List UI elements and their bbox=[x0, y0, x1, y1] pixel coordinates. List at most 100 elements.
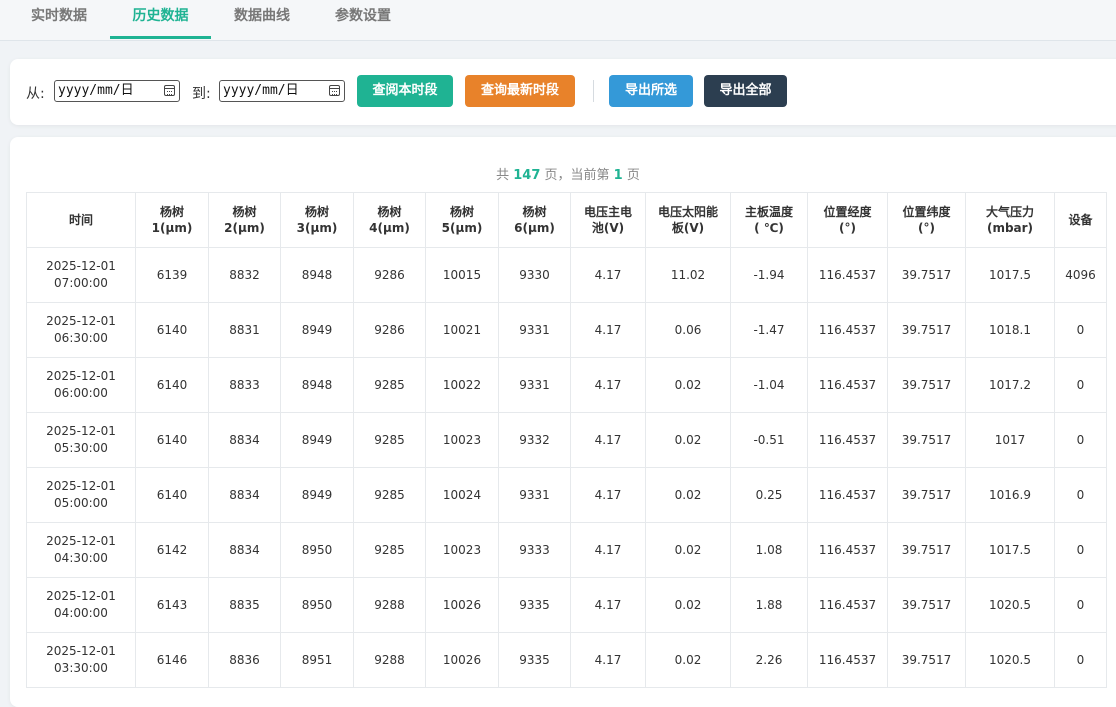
tab-parameter-settings[interactable]: 参数设置 bbox=[322, 0, 404, 38]
table-cell: 8834 bbox=[208, 522, 281, 578]
column-header: 电压主电 池(V) bbox=[570, 192, 646, 248]
row-time: 06:00:00 bbox=[54, 386, 108, 400]
table-cell: 0 bbox=[1054, 632, 1107, 688]
table-cell: 6140 bbox=[135, 467, 209, 523]
table-row[interactable]: 2025-12-01 04:30:00 6142 8834 8950 9285 10023 9… bbox=[26, 522, 1107, 578]
table-row[interactable]: 2025-12-01 07:00:00 6139 8832 8948 9286 10015 9… bbox=[26, 247, 1107, 303]
export-selected-button[interactable]: 导出所选 bbox=[609, 75, 693, 107]
table-cell: 1017.5 bbox=[965, 247, 1055, 303]
column-header-line1: 设备 bbox=[1068, 213, 1093, 227]
table-cell: 9330 bbox=[498, 247, 571, 303]
row-date: 2025-12-01 bbox=[46, 589, 116, 603]
table-row[interactable]: 2025-12-01 06:00:00 6140 8833 8948 9285 10022 9… bbox=[26, 357, 1107, 413]
table-cell: 1016.9 bbox=[965, 467, 1055, 523]
time-cell: 2025-12-01 05:00:00 bbox=[26, 467, 136, 523]
table-cell: 4.17 bbox=[570, 302, 646, 358]
column-header: 杨树 6(μm) bbox=[498, 192, 571, 248]
page-info-prefix: 共 bbox=[496, 168, 514, 183]
table-cell: 4.17 bbox=[570, 357, 646, 413]
table-row[interactable]: 2025-12-01 03:30:00 6146 8836 8951 9288 10026 9… bbox=[26, 632, 1107, 688]
tab-data-curve[interactable]: 数据曲线 bbox=[221, 0, 303, 38]
row-date: 2025-12-01 bbox=[46, 644, 116, 658]
table-cell: 116.4537 bbox=[807, 302, 888, 358]
row-date: 2025-12-01 bbox=[46, 534, 116, 548]
table-cell: 116.4537 bbox=[807, 412, 888, 468]
table-cell: 6139 bbox=[135, 247, 209, 303]
table-cell: 1020.5 bbox=[965, 577, 1055, 633]
from-date-input[interactable]: yyyy/mm/日 bbox=[54, 80, 180, 102]
query-latest-button[interactable]: 查询最新时段 bbox=[465, 75, 575, 107]
table-cell: 0.25 bbox=[730, 467, 808, 523]
table-cell: 0.06 bbox=[645, 302, 731, 358]
column-header-line2: 6(μm) bbox=[514, 221, 555, 235]
table-row[interactable]: 2025-12-01 05:00:00 6140 8834 8949 9285 10024 9… bbox=[26, 467, 1107, 523]
table-cell: 1018.1 bbox=[965, 302, 1055, 358]
column-header-line1: 杨树 bbox=[377, 205, 402, 219]
table-cell: 6140 bbox=[135, 357, 209, 413]
table-cell: 8950 bbox=[280, 577, 354, 633]
time-cell: 2025-12-01 03:30:00 bbox=[26, 632, 136, 688]
table-cell: 6142 bbox=[135, 522, 209, 578]
table-cell: 116.4537 bbox=[807, 247, 888, 303]
table-cell: 10026 bbox=[425, 577, 499, 633]
tab-history-data[interactable]: 历史数据 bbox=[110, 0, 211, 39]
table-cell: 9288 bbox=[353, 577, 426, 633]
query-toolbar: 从: yyyy/mm/日 到: yyyy/mm/日 查阅本时段 查询最新时段 导… bbox=[10, 59, 1116, 125]
table-cell: 39.7517 bbox=[887, 632, 966, 688]
row-date: 2025-12-01 bbox=[46, 369, 116, 383]
to-date-input[interactable]: yyyy/mm/日 bbox=[219, 80, 345, 102]
table-row[interactable]: 2025-12-01 04:00:00 6143 8835 8950 9288 10026 9… bbox=[26, 577, 1107, 633]
table-cell: 116.4537 bbox=[807, 357, 888, 413]
row-time: 05:30:00 bbox=[54, 441, 108, 455]
table-cell: 1.88 bbox=[730, 577, 808, 633]
export-all-button[interactable]: 导出全部 bbox=[704, 75, 787, 107]
table-cell: 9332 bbox=[498, 412, 571, 468]
column-header-line2: 板(V) bbox=[671, 221, 705, 235]
table-row[interactable]: 2025-12-01 05:30:00 6140 8834 8949 9285 10023 9… bbox=[26, 412, 1107, 468]
row-time: 05:00:00 bbox=[54, 496, 108, 510]
table-cell: 0.02 bbox=[645, 357, 731, 413]
table-cell: 9331 bbox=[498, 467, 571, 523]
column-header: 位置经度 (°) bbox=[807, 192, 888, 248]
table-cell: 4.17 bbox=[570, 412, 646, 468]
row-time: 06:30:00 bbox=[54, 331, 108, 345]
column-header-line1: 大气压力 bbox=[985, 205, 1034, 219]
table-cell: 9288 bbox=[353, 632, 426, 688]
table-cell: 9335 bbox=[498, 577, 571, 633]
time-cell: 2025-12-01 05:30:00 bbox=[26, 412, 136, 468]
table-cell: -1.04 bbox=[730, 357, 808, 413]
table-cell: 9331 bbox=[498, 357, 571, 413]
time-cell: 2025-12-01 04:30:00 bbox=[26, 522, 136, 578]
column-header: 杨树 1(μm) bbox=[135, 192, 209, 248]
column-header-line2: 5(μm) bbox=[441, 221, 483, 235]
column-header: 电压太阳能 板(V) bbox=[645, 192, 731, 248]
query-period-button[interactable]: 查阅本时段 bbox=[357, 75, 453, 107]
table-cell: -1.94 bbox=[730, 247, 808, 303]
column-header: 主板温度 ( ℃) bbox=[730, 192, 808, 248]
column-header-line1: 杨树 bbox=[522, 205, 547, 219]
table-cell: 39.7517 bbox=[887, 467, 966, 523]
column-header: 杨树 5(μm) bbox=[425, 192, 499, 248]
calendar-icon[interactable] bbox=[329, 85, 340, 96]
table-cell: 9335 bbox=[498, 632, 571, 688]
table-cell: 8949 bbox=[280, 302, 354, 358]
page-info-middle: 页，当前第 bbox=[540, 168, 614, 183]
table-cell: 10026 bbox=[425, 632, 499, 688]
table-cell: 8836 bbox=[208, 632, 281, 688]
table-cell: 1.08 bbox=[730, 522, 808, 578]
column-header: 时间 bbox=[26, 192, 136, 248]
table-cell: 0 bbox=[1054, 467, 1107, 523]
tab-realtime-data[interactable]: 实时数据 bbox=[18, 0, 100, 38]
table-cell: 6146 bbox=[135, 632, 209, 688]
time-cell: 2025-12-01 06:30:00 bbox=[26, 302, 136, 358]
row-date: 2025-12-01 bbox=[46, 314, 116, 328]
calendar-icon[interactable] bbox=[164, 85, 175, 96]
table-cell: 8949 bbox=[280, 412, 354, 468]
column-header: 杨树 2(μm) bbox=[208, 192, 281, 248]
page-info: 共 147 页，当前第 1 页 bbox=[10, 164, 1116, 183]
column-header-line2: 3(μm) bbox=[296, 221, 338, 235]
table-cell: 8831 bbox=[208, 302, 281, 358]
table-cell: 2.26 bbox=[730, 632, 808, 688]
table-cell: 6140 bbox=[135, 412, 209, 468]
table-row[interactable]: 2025-12-01 06:30:00 6140 8831 8949 9286 10021 9… bbox=[26, 302, 1107, 358]
